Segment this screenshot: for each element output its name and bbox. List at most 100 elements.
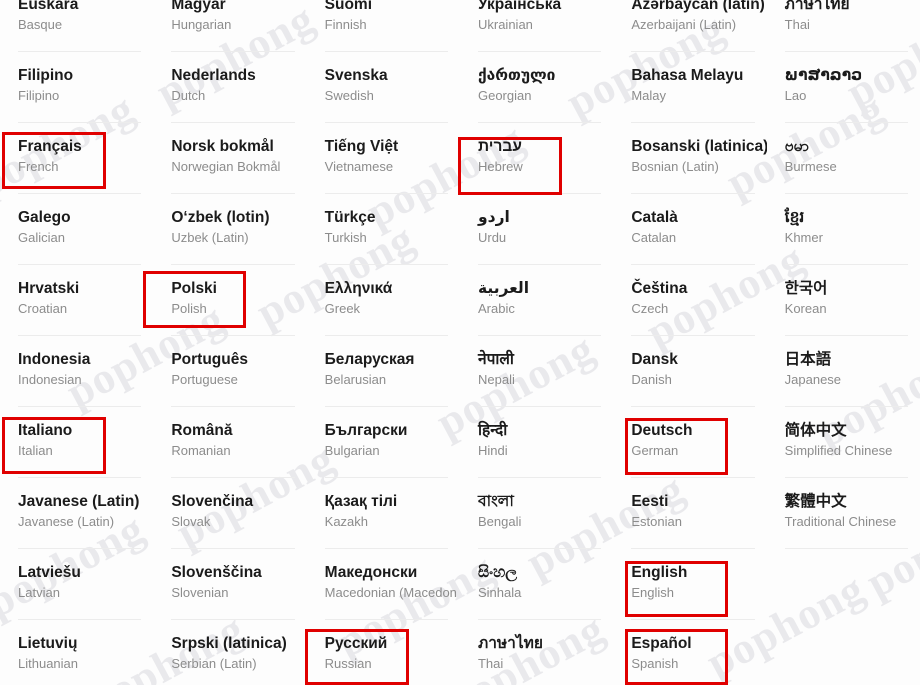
language-native-name: Galego xyxy=(18,209,71,226)
language-english-name: Latvian xyxy=(18,585,60,601)
language-native-name: اردو xyxy=(477,209,510,226)
language-english-name: Macedonian (Macedon xyxy=(324,585,457,601)
language-cell-spanish[interactable]: Español Spanish xyxy=(613,620,766,685)
language-cell-croatian[interactable]: Hrvatski Croatian xyxy=(0,265,153,336)
language-cell-hebrew[interactable]: עברית Hebrew xyxy=(460,123,613,194)
language-selection-screen: pophong pophong pophong pophong pophong popho… xyxy=(0,0,920,685)
language-english-name: Spanish xyxy=(631,656,679,672)
language-cell-estonian[interactable]: Eesti Estonian xyxy=(613,478,766,549)
language-cell-galician[interactable]: Galego Galician xyxy=(0,194,153,265)
language-cell-basque[interactable]: Euskara Basque xyxy=(0,0,153,52)
language-cell-dutch[interactable]: Nederlands Dutch xyxy=(153,52,306,123)
language-english-name: Filipino xyxy=(18,88,60,104)
language-cell-french[interactable]: Français French xyxy=(0,123,153,194)
language-cell-burmese[interactable]: ဗမာ Burmese xyxy=(767,123,920,194)
language-native-name: Norsk bokmål xyxy=(171,138,274,155)
language-cell-bengali[interactable]: বাংলা Bengali xyxy=(460,478,613,549)
language-cell-simplified-chinese[interactable]: 简体中文 Simplified Chinese xyxy=(767,407,920,478)
language-english-name: Italian xyxy=(18,443,53,459)
language-cell-slovenian[interactable]: Slovenščina Slovenian xyxy=(153,549,306,620)
language-cell-belarusian[interactable]: Беларуская Belarusian xyxy=(307,336,460,407)
language-cell-georgian[interactable]: ქართული Georgian xyxy=(460,52,613,123)
language-cell-bulgarian[interactable]: Български Bulgarian xyxy=(307,407,460,478)
language-english-name: Greek xyxy=(324,301,361,317)
language-cell-finnish[interactable]: Suomi Finnish xyxy=(307,0,460,52)
language-cell-german[interactable]: Deutsch German xyxy=(613,407,766,478)
language-english-name: Kazakh xyxy=(324,514,369,530)
language-native-name: ქართული xyxy=(477,67,556,84)
language-cell-macedonian-macedon[interactable]: Македонски Macedonian (Macedon xyxy=(307,549,460,620)
language-cell-ukrainian[interactable]: Українська Ukrainian xyxy=(460,0,613,52)
language-english-name: Catalan xyxy=(631,230,677,246)
language-cell-danish[interactable]: Dansk Danish xyxy=(613,336,766,407)
language-cell-bosnian-latin[interactable]: Bosanski (latinica) Bosnian (Latin) xyxy=(613,123,767,194)
language-cell-lao[interactable]: ພາສາລາວ Lao xyxy=(767,52,920,123)
language-native-name: ภาษาไทย xyxy=(477,635,543,652)
language-cell-hindi[interactable]: हिन्दी Hindi xyxy=(460,407,613,478)
language-english-name: Thai xyxy=(477,656,504,672)
language-native-name: Català xyxy=(631,209,678,226)
language-cell-traditional-chinese[interactable]: 繁體中文 Traditional Chinese xyxy=(767,478,920,549)
language-english-name: Norwegian Bokmål xyxy=(171,159,281,175)
language-english-name: Estonian xyxy=(631,514,682,530)
language-cell-latvian[interactable]: Latviešu Latvian xyxy=(0,549,153,620)
language-cell-japanese[interactable]: 日本語 Japanese xyxy=(767,336,920,407)
language-cell-norwegian-bokm-l[interactable]: Norsk bokmål Norwegian Bokmål xyxy=(153,123,306,194)
language-cell-thai[interactable]: ภาษาไทย Thai xyxy=(460,620,613,685)
language-cell-sinhala[interactable]: සිංහල Sinhala xyxy=(460,549,613,620)
language-native-name: नेपाली xyxy=(477,351,514,368)
language-cell-lithuanian[interactable]: Lietuvių Lithuanian xyxy=(0,620,153,685)
language-cell-nepali[interactable]: नेपाली Nepali xyxy=(460,336,613,407)
language-native-name: Nederlands xyxy=(171,67,256,84)
language-english-name: Malay xyxy=(631,88,667,104)
language-native-name: Русский xyxy=(324,635,388,652)
language-cell-vietnamese[interactable]: Tiếng Việt Vietnamese xyxy=(307,123,460,194)
language-cell-english[interactable]: English English xyxy=(613,549,766,620)
language-cell-javanese-latin[interactable]: Javanese (Latin) Javanese (Latin) xyxy=(0,478,153,549)
language-cell-arabic[interactable]: العربية Arabic xyxy=(460,265,613,336)
language-native-name: Azərbaycan (latın) xyxy=(631,0,765,13)
language-native-name: हिन्दी xyxy=(477,422,508,439)
language-cell-italian[interactable]: Italiano Italian xyxy=(0,407,153,478)
language-cell-portuguese[interactable]: Português Portuguese xyxy=(153,336,306,407)
language-cell-indonesian[interactable]: Indonesia Indonesian xyxy=(0,336,153,407)
language-cell-turkish[interactable]: Türkçe Turkish xyxy=(307,194,460,265)
language-native-name: Javanese (Latin) xyxy=(18,493,140,510)
language-cell-hungarian[interactable]: Magyar Hungarian xyxy=(153,0,306,52)
language-cell-uzbek-latin[interactable]: O‘zbek (lotin) Uzbek (Latin) xyxy=(153,194,306,265)
language-cell-polish[interactable]: Polski Polish xyxy=(153,265,306,336)
language-cell-khmer[interactable]: ខ្មែរ Khmer xyxy=(767,194,920,265)
language-native-name: Deutsch xyxy=(631,422,693,439)
language-cell-czech[interactable]: Čeština Czech xyxy=(613,265,766,336)
language-native-name: Български xyxy=(324,422,408,439)
language-cell-greek[interactable]: Ελληνικά Greek xyxy=(307,265,460,336)
language-english-name: Slovenian xyxy=(171,585,229,601)
language-cell-empty xyxy=(767,620,920,685)
language-cell-malay[interactable]: Bahasa Melayu Malay xyxy=(613,52,766,123)
language-cell-russian[interactable]: Русский Russian xyxy=(307,620,460,685)
language-native-name: O‘zbek (lotin) xyxy=(171,209,270,226)
language-native-name: Македонски xyxy=(324,564,418,581)
language-cell-thai[interactable]: ภาษาไทย Thai xyxy=(767,0,920,52)
language-cell-filipino[interactable]: Filipino Filipino xyxy=(0,52,153,123)
language-cell-swedish[interactable]: Svenska Swedish xyxy=(307,52,460,123)
language-native-name: 한국어 xyxy=(784,280,828,297)
language-cell-serbian-latin[interactable]: Srpski (latinica) Serbian (Latin) xyxy=(153,620,306,685)
language-native-name: Magyar xyxy=(171,0,226,13)
language-native-name: ພາສາລາວ xyxy=(784,67,863,84)
language-grid: Euskara Basque Magyar Hungarian Suomi Finnish… xyxy=(0,0,920,685)
language-english-name: Bengali xyxy=(477,514,522,530)
language-english-name: Hungarian xyxy=(171,17,232,33)
language-cell-urdu[interactable]: اردو Urdu xyxy=(460,194,613,265)
language-cell-slovak[interactable]: Slovenčina Slovak xyxy=(153,478,306,549)
language-native-name: ภาษาไทย xyxy=(784,0,850,13)
language-cell-catalan[interactable]: Català Catalan xyxy=(613,194,766,265)
language-english-name: Finnish xyxy=(324,17,367,33)
language-cell-korean[interactable]: 한국어 Korean xyxy=(767,265,920,336)
language-english-name: German xyxy=(631,443,679,459)
language-native-name: Bahasa Melayu xyxy=(631,67,744,84)
language-cell-romanian[interactable]: Română Romanian xyxy=(153,407,306,478)
language-english-name: Sinhala xyxy=(477,585,522,601)
language-cell-azerbaijani-latin[interactable]: Azərbaycan (latın) Azerbaijani (Latin) xyxy=(613,0,766,52)
language-cell-kazakh[interactable]: Қазақ тілі Kazakh xyxy=(307,478,460,549)
